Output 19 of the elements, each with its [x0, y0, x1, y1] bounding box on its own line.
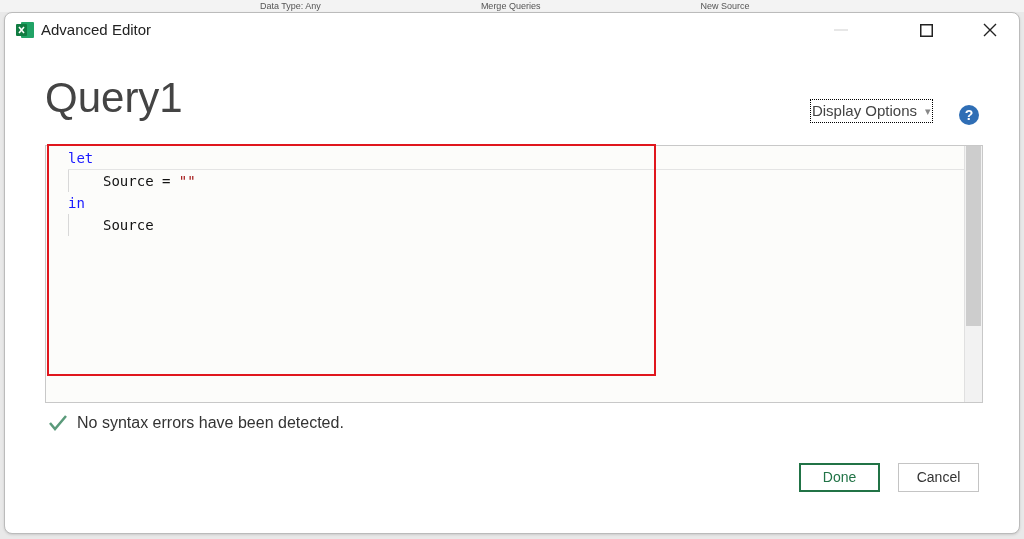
maximize-icon[interactable]	[920, 23, 933, 37]
code-line: in	[68, 193, 85, 213]
scrollbar[interactable]	[964, 146, 982, 402]
window-title: Advanced Editor	[41, 19, 152, 40]
ribbon-label[interactable]: Data Type: Any	[260, 0, 321, 12]
status-message: No syntax errors have been detected.	[77, 413, 344, 433]
ribbon-label[interactable]: Merge Queries	[480, 0, 541, 12]
display-options-dropdown[interactable]: Display Options ▾	[809, 98, 933, 123]
ribbon-label[interactable]: New Source	[700, 0, 750, 12]
spreadsheet-app-icon	[15, 21, 35, 39]
code-line: Source	[103, 215, 154, 235]
help-button[interactable]: ?	[959, 105, 979, 125]
dialog-button[interactable]: Cancel	[898, 463, 979, 492]
close-icon[interactable]	[983, 23, 997, 37]
query-title: Query1	[45, 77, 183, 119]
code-line: let	[68, 149, 94, 168]
checkmark-icon	[49, 415, 67, 431]
code-line: Source = ""	[103, 171, 196, 191]
dialog-button[interactable]: Done	[799, 463, 880, 492]
